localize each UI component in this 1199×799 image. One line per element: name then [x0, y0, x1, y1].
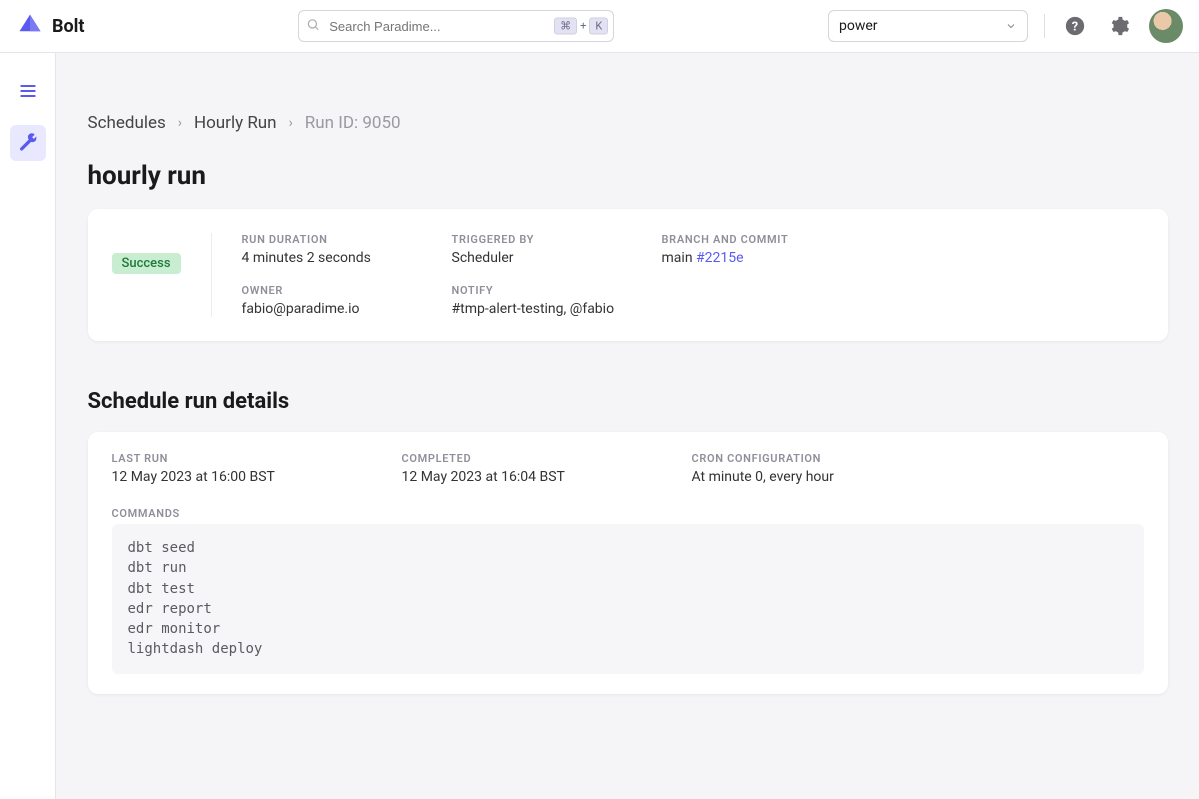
breadcrumb-run-name[interactable]: Hourly Run — [194, 113, 277, 133]
topbar-right: power ? — [828, 9, 1183, 43]
kbd-plus: + — [580, 20, 586, 33]
field-label: BRANCH AND COMMIT — [662, 233, 922, 246]
kbd-k: K — [589, 18, 608, 35]
breadcrumb-sep: › — [178, 115, 182, 131]
summary-row: Success RUN DURATION 4 minutes 2 seconds… — [112, 233, 1144, 317]
field-owner: OWNER fabio@paradime.io — [242, 284, 432, 317]
field-label: CRON CONFIGURATION — [692, 452, 992, 465]
field-label: OWNER — [242, 284, 432, 297]
commit-link[interactable]: #2215e — [696, 250, 744, 266]
settings-button[interactable] — [1105, 12, 1133, 40]
brand: Bolt — [16, 12, 85, 40]
help-icon: ? — [1064, 15, 1086, 37]
branch-name: main — [662, 250, 697, 266]
field-notify: NOTIFY #tmp-alert-testing, @fabio — [452, 284, 642, 317]
field-cron: CRON CONFIGURATION At minute 0, every ho… — [692, 452, 992, 485]
search-icon — [306, 17, 320, 36]
details-card: LAST RUN 12 May 2023 at 16:00 BST COMPLE… — [88, 432, 1168, 694]
bolt-logo-icon — [16, 12, 44, 40]
status-col: Success — [112, 233, 181, 274]
breadcrumb: Schedules › Hourly Run › Run ID: 9050 — [88, 113, 1168, 133]
search-shortcut: ⌘ + K — [554, 18, 608, 35]
field-value: 12 May 2023 at 16:04 BST — [402, 469, 672, 485]
workspace-select[interactable]: power — [828, 10, 1028, 42]
main-content: Schedules › Hourly Run › Run ID: 9050 ho… — [56, 53, 1199, 799]
chevron-down-icon — [1005, 20, 1017, 32]
field-value: #tmp-alert-testing, @fabio — [452, 301, 642, 317]
field-label: TRIGGERED BY — [452, 233, 642, 246]
breadcrumb-run-id: Run ID: 9050 — [305, 113, 401, 133]
field-run-duration: RUN DURATION 4 minutes 2 seconds — [242, 233, 432, 266]
layout: Schedules › Hourly Run › Run ID: 9050 ho… — [0, 53, 1199, 799]
field-branch-commit: BRANCH AND COMMIT main #2215e — [662, 233, 922, 266]
field-last-run: LAST RUN 12 May 2023 at 16:00 BST — [112, 452, 382, 485]
user-avatar[interactable] — [1149, 9, 1183, 43]
kbd-cmd: ⌘ — [554, 18, 577, 35]
gear-icon — [1108, 15, 1130, 37]
breadcrumb-schedules[interactable]: Schedules — [88, 113, 166, 133]
field-value: fabio@paradime.io — [242, 301, 432, 317]
workspace-selected: power — [839, 18, 878, 34]
field-value: main #2215e — [662, 250, 922, 266]
sidebar-schedules-button[interactable] — [10, 125, 46, 161]
field-label: COMPLETED — [402, 452, 672, 465]
field-label: COMMANDS — [112, 507, 1144, 520]
field-label: RUN DURATION — [242, 233, 432, 246]
field-value: Scheduler — [452, 250, 642, 266]
field-completed: COMPLETED 12 May 2023 at 16:04 BST — [402, 452, 672, 485]
details-section-title: Schedule run details — [88, 389, 1168, 414]
brand-name: Bolt — [52, 16, 85, 37]
svg-text:?: ? — [1072, 20, 1078, 35]
field-triggered-by: TRIGGERED BY Scheduler — [452, 233, 642, 266]
breadcrumb-sep: › — [289, 115, 293, 131]
field-value: 12 May 2023 at 16:00 BST — [112, 469, 382, 485]
wrench-icon — [18, 133, 38, 153]
menu-icon — [18, 81, 38, 101]
summary-grid: RUN DURATION 4 minutes 2 seconds TRIGGER… — [211, 233, 922, 317]
field-label: LAST RUN — [112, 452, 382, 465]
topbar: Bolt ⌘ + K power ? — [0, 0, 1199, 53]
page-title: hourly run — [88, 161, 1168, 191]
commands-block: dbt seed dbt run dbt test edr report edr… — [112, 524, 1144, 674]
field-value: At minute 0, every hour — [692, 469, 992, 485]
details-grid: LAST RUN 12 May 2023 at 16:00 BST COMPLE… — [112, 452, 1144, 485]
summary-card: Success RUN DURATION 4 minutes 2 seconds… — [88, 209, 1168, 341]
field-value: 4 minutes 2 seconds — [242, 250, 432, 266]
container: Schedules › Hourly Run › Run ID: 9050 ho… — [88, 113, 1168, 694]
field-commands: COMMANDS dbt seed dbt run dbt test edr r… — [112, 507, 1144, 674]
divider — [1044, 14, 1045, 38]
sidebar — [0, 53, 56, 799]
search-wrap: ⌘ + K — [298, 10, 614, 42]
field-label: NOTIFY — [452, 284, 642, 297]
status-badge: Success — [112, 253, 181, 274]
help-button[interactable]: ? — [1061, 12, 1089, 40]
sidebar-menu-button[interactable] — [10, 73, 46, 109]
